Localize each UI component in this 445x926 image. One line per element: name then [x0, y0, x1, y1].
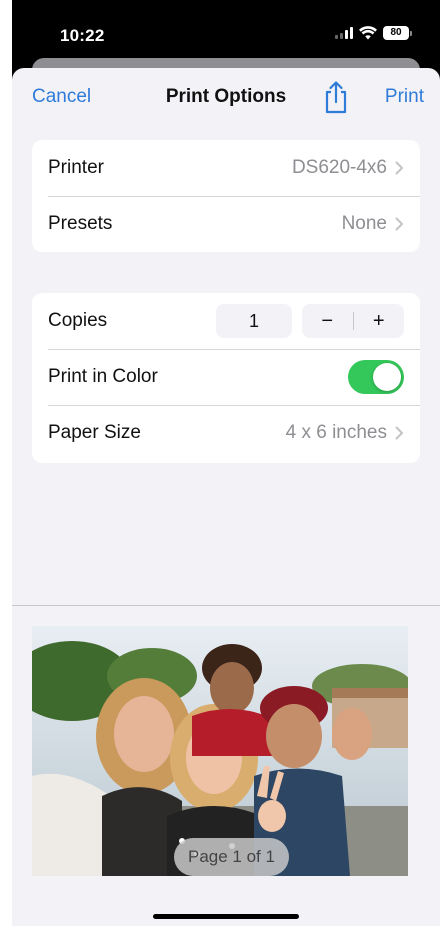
print-in-color-toggle[interactable]: [348, 360, 404, 394]
share-icon[interactable]: [322, 80, 350, 114]
print-options-sheet: Cancel Print Options Print Printer DS620…: [12, 68, 440, 926]
print-in-color-row: Print in Color: [32, 349, 420, 405]
page-indicator: Page 1 of 1: [174, 838, 289, 876]
battery-icon: 80: [383, 26, 412, 40]
chevron-right-icon: [395, 217, 403, 231]
print-preview-photo[interactable]: Page 1 of 1: [32, 626, 408, 876]
presets-value-wrap: None: [342, 213, 404, 235]
presets-row[interactable]: Presets None: [32, 196, 420, 252]
presets-label: Presets: [48, 213, 113, 234]
increment-button[interactable]: +: [354, 304, 405, 338]
copies-row: Copies 1 − +: [32, 293, 420, 349]
battery-level: 80: [383, 26, 409, 40]
wifi-icon: [359, 26, 377, 40]
decrement-button[interactable]: −: [302, 304, 353, 338]
printer-value-wrap: DS620-4x6: [292, 157, 404, 179]
nav-bar: Cancel Print Options Print: [12, 68, 440, 128]
status-time: 10:22: [60, 26, 105, 45]
toggle-knob: [373, 363, 401, 391]
print-in-color-label: Print in Color: [48, 366, 158, 387]
printer-row[interactable]: Printer DS620-4x6: [32, 140, 420, 196]
presets-value: None: [341, 213, 387, 234]
chevron-right-icon: [395, 161, 403, 175]
paper-size-label: Paper Size: [48, 422, 141, 443]
printer-label: Printer: [48, 157, 104, 178]
home-indicator[interactable]: [153, 914, 299, 919]
phone-frame: 10:22 80 Cancel Print Options Print Prin…: [12, 0, 440, 926]
cancel-button[interactable]: Cancel: [32, 86, 91, 108]
copies-label: Copies: [48, 310, 108, 331]
paper-size-row[interactable]: Paper Size 4 x 6 inches: [32, 405, 420, 461]
copies-stepper: − +: [302, 304, 404, 338]
print-preview-area: Page 1 of 1: [12, 606, 440, 926]
print-button[interactable]: Print: [385, 86, 424, 108]
status-bar: 10:22 80: [12, 0, 440, 64]
paper-size-value: 4 x 6 inches: [285, 422, 387, 443]
options-group: Copies 1 − + Print in Color Paper Size 4…: [32, 293, 420, 463]
copies-count: 1: [216, 304, 292, 338]
printer-value: DS620-4x6: [291, 157, 387, 178]
printer-group: Printer DS620-4x6 Presets None: [32, 140, 420, 252]
paper-size-value-wrap: 4 x 6 inches: [286, 422, 404, 444]
chevron-right-icon: [395, 426, 403, 440]
status-icons: 80: [335, 26, 412, 40]
cellular-signal-icon: [335, 27, 353, 39]
